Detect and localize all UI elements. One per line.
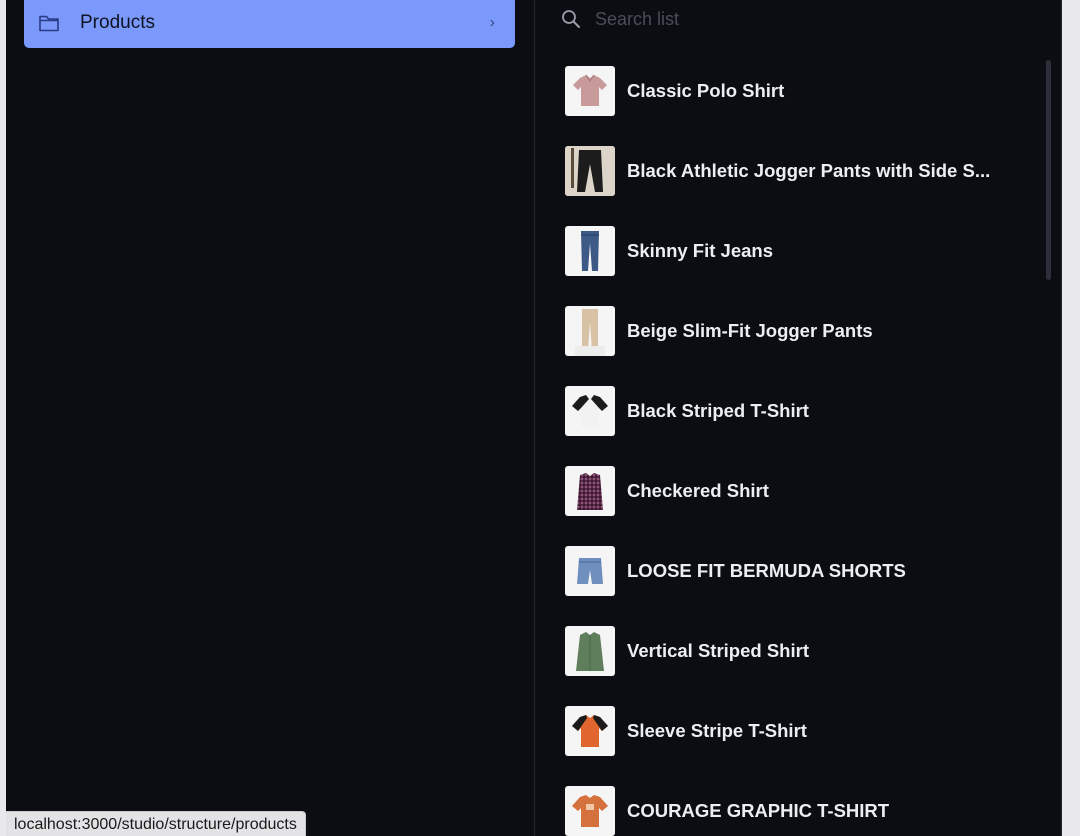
structure-pane: Products ›: [6, 0, 534, 836]
product-title: Beige Slim-Fit Jogger Pants: [627, 320, 873, 341]
raglan-tshirt-black-thumbnail: [565, 386, 615, 436]
graphic-tshirt-orange-thumbnail: [565, 786, 615, 836]
folder-icon: [38, 13, 60, 33]
product-title: Sleeve Stripe T-Shirt: [627, 720, 807, 741]
product-title: Classic Polo Shirt: [627, 80, 785, 101]
list-item-classic-polo-shirt[interactable]: Classic Polo Shirt: [565, 51, 1025, 131]
product-title: COURAGE GRAPHIC T-SHIRT: [627, 800, 890, 821]
product-title: Skinny Fit Jeans: [627, 240, 773, 261]
orange-tshirt-thumbnail: [565, 706, 615, 756]
list-scrollbar[interactable]: [1046, 60, 1051, 280]
product-title: LOOSE FIT BERMUDA SHORTS: [627, 560, 906, 581]
polo-shirt-thumbnail: [565, 66, 615, 116]
sidebar-item-label: Products: [80, 12, 155, 33]
list-item-skinny-fit-jeans[interactable]: Skinny Fit Jeans: [565, 211, 1025, 291]
list-item-courage-graphic-t-shirt[interactable]: COURAGE GRAPHIC T-SHIRT: [565, 771, 1025, 836]
checkered-shirt-thumbnail: [565, 466, 615, 516]
list-item-sleeve-stripe-t-shirt[interactable]: Sleeve Stripe T-Shirt: [565, 691, 1025, 771]
list-item-black-striped-t-shirt[interactable]: Black Striped T-Shirt: [565, 371, 1025, 451]
product-title: Black Striped T-Shirt: [627, 400, 809, 421]
search-bar: [561, 3, 1021, 35]
list-item-checkered-shirt[interactable]: Checkered Shirt: [565, 451, 1025, 531]
link-preview-statusbar: localhost:3000/studio/structure/products: [6, 811, 306, 836]
denim-shorts-thumbnail: [565, 546, 615, 596]
jogger-pants-beige-thumbnail: [565, 306, 615, 356]
search-icon: [561, 9, 581, 29]
product-title: Black Athletic Jogger Pants with Side S.…: [627, 160, 991, 181]
search-input[interactable]: [595, 8, 995, 30]
sidebar-item-products[interactable]: Products ›: [24, 0, 515, 48]
list-item-loose-fit-bermuda-shorts[interactable]: LOOSE FIT BERMUDA SHORTS: [565, 531, 1025, 611]
list-item-beige-slim-fit-jogger-pants[interactable]: Beige Slim-Fit Jogger Pants: [565, 291, 1025, 371]
product-title: Checkered Shirt: [627, 480, 769, 501]
green-shirt-thumbnail: [565, 626, 615, 676]
jeans-thumbnail: [565, 226, 615, 276]
studio-window: Products › Cl: [0, 0, 1080, 836]
jogger-pants-black-thumbnail: [565, 146, 615, 196]
products-list-pane: Classic Polo Shirt Black Athletic Jogger…: [535, 0, 1061, 836]
list-item-vertical-striped-shirt[interactable]: Vertical Striped Shirt: [565, 611, 1025, 691]
list-item-black-athletic-jogger-pants[interactable]: Black Athletic Jogger Pants with Side S.…: [565, 131, 1025, 211]
product-list: Classic Polo Shirt Black Athletic Jogger…: [565, 51, 1025, 836]
chevron-right-icon: ›: [489, 14, 495, 31]
window-edge-right: [1062, 0, 1080, 836]
product-title: Vertical Striped Shirt: [627, 640, 809, 661]
